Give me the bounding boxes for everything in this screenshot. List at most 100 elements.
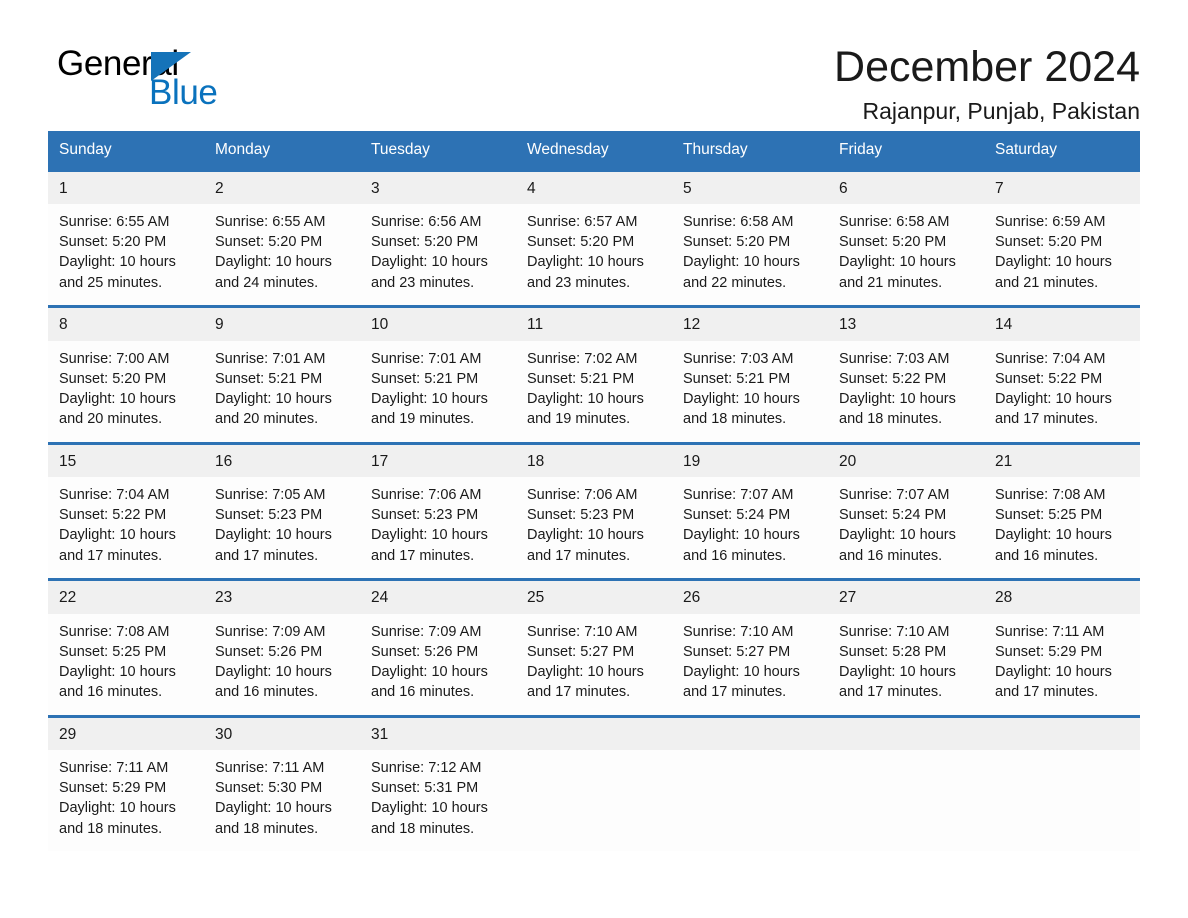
day-cell[interactable]: Sunrise: 7:11 AM Sunset: 5:29 PM Dayligh… (48, 750, 204, 851)
day-cell[interactable]: Sunrise: 7:03 AM Sunset: 5:22 PM Dayligh… (828, 341, 984, 442)
day-cell[interactable]: Sunrise: 7:07 AM Sunset: 5:24 PM Dayligh… (828, 477, 984, 578)
day-number[interactable]: 17 (360, 445, 516, 478)
day-cell[interactable]: Sunrise: 7:05 AM Sunset: 5:23 PM Dayligh… (204, 477, 360, 578)
day-number[interactable]: 22 (48, 581, 204, 614)
daylight-text: Daylight: 10 hours (215, 663, 332, 680)
sunrise-text: Sunrise: 7:06 AM (527, 487, 638, 503)
day-cell-empty (516, 750, 672, 851)
sunset-text: Sunset: 5:26 PM (215, 643, 323, 660)
day-cell[interactable]: Sunrise: 7:11 AM Sunset: 5:29 PM Dayligh… (984, 614, 1140, 715)
day-cell[interactable]: Sunrise: 6:58 AM Sunset: 5:20 PM Dayligh… (828, 204, 984, 305)
sunset-text: Sunset: 5:23 PM (527, 507, 635, 524)
daylight-text-cont: and 23 minutes. (371, 274, 475, 291)
day-number[interactable]: 20 (828, 445, 984, 478)
sunset-text: Sunset: 5:29 PM (995, 643, 1103, 660)
general-blue-logo[interactable]: General Blue (48, 42, 298, 114)
day-number[interactable]: 27 (828, 581, 984, 614)
day-cell[interactable]: Sunrise: 7:08 AM Sunset: 5:25 PM Dayligh… (984, 477, 1140, 578)
day-number[interactable]: 19 (672, 445, 828, 478)
day-cell[interactable]: Sunrise: 6:57 AM Sunset: 5:20 PM Dayligh… (516, 204, 672, 305)
day-cell[interactable]: Sunrise: 7:02 AM Sunset: 5:21 PM Dayligh… (516, 341, 672, 442)
sunrise-text: Sunrise: 7:11 AM (59, 760, 169, 776)
day-number[interactable]: 8 (48, 308, 204, 341)
daylight-text: Daylight: 10 hours (527, 390, 644, 407)
sunrise-text: Sunrise: 7:08 AM (59, 623, 170, 640)
daylight-text: Daylight: 10 hours (59, 390, 176, 407)
day-cell[interactable]: Sunrise: 7:10 AM Sunset: 5:28 PM Dayligh… (828, 614, 984, 715)
day-number[interactable]: 18 (516, 445, 672, 478)
day-number[interactable]: 24 (360, 581, 516, 614)
day-number[interactable]: 21 (984, 445, 1140, 478)
day-cell[interactable]: Sunrise: 7:04 AM Sunset: 5:22 PM Dayligh… (48, 477, 204, 578)
daylight-text-cont: and 17 minutes. (215, 547, 319, 564)
day-number[interactable]: 3 (360, 172, 516, 205)
weekday-header-friday: Friday (839, 141, 883, 158)
sunset-text: Sunset: 5:22 PM (839, 370, 947, 387)
daylight-text-cont: and 17 minutes. (995, 411, 1099, 428)
day-number[interactable]: 6 (828, 172, 984, 205)
day-cell[interactable]: Sunrise: 7:09 AM Sunset: 5:26 PM Dayligh… (360, 614, 516, 715)
day-cell[interactable]: Sunrise: 7:01 AM Sunset: 5:21 PM Dayligh… (204, 341, 360, 442)
day-cell[interactable]: Sunrise: 6:56 AM Sunset: 5:20 PM Dayligh… (360, 204, 516, 305)
day-number[interactable]: 28 (984, 581, 1140, 614)
sunrise-text: Sunrise: 6:55 AM (59, 214, 170, 230)
sunset-text: Sunset: 5:20 PM (995, 234, 1103, 251)
day-cell[interactable]: Sunrise: 7:09 AM Sunset: 5:26 PM Dayligh… (204, 614, 360, 715)
day-cell[interactable]: Sunrise: 6:58 AM Sunset: 5:20 PM Dayligh… (672, 204, 828, 305)
day-cell[interactable]: Sunrise: 7:01 AM Sunset: 5:21 PM Dayligh… (360, 341, 516, 442)
daylight-text-cont: and 18 minutes. (371, 820, 475, 837)
day-cell[interactable]: Sunrise: 7:06 AM Sunset: 5:23 PM Dayligh… (516, 477, 672, 578)
day-number[interactable]: 14 (984, 308, 1140, 341)
day-number[interactable]: 13 (828, 308, 984, 341)
day-cell[interactable]: Sunrise: 7:11 AM Sunset: 5:30 PM Dayligh… (204, 750, 360, 851)
day-cell[interactable]: Sunrise: 6:59 AM Sunset: 5:20 PM Dayligh… (984, 204, 1140, 305)
day-cell[interactable]: Sunrise: 7:04 AM Sunset: 5:22 PM Dayligh… (984, 341, 1140, 442)
daylight-text: Daylight: 10 hours (683, 390, 800, 407)
daylight-text-cont: and 18 minutes. (839, 411, 943, 428)
day-number[interactable]: 26 (672, 581, 828, 614)
day-number[interactable]: 23 (204, 581, 360, 614)
day-cell[interactable]: Sunrise: 7:10 AM Sunset: 5:27 PM Dayligh… (516, 614, 672, 715)
day-number-empty (984, 718, 1140, 751)
day-number[interactable]: 29 (48, 718, 204, 751)
calendar-week-row: 29 30 31 Sunrise: 7:11 AM Sunset: 5:29 P… (48, 714, 1140, 851)
day-number[interactable]: 9 (204, 308, 360, 341)
day-number[interactable]: 11 (516, 308, 672, 341)
sunset-text: Sunset: 5:25 PM (59, 643, 167, 660)
day-number[interactable]: 31 (360, 718, 516, 751)
day-cell[interactable]: Sunrise: 7:08 AM Sunset: 5:25 PM Dayligh… (48, 614, 204, 715)
daylight-text-cont: and 17 minutes. (527, 547, 631, 564)
day-cell[interactable]: Sunrise: 6:55 AM Sunset: 5:20 PM Dayligh… (48, 204, 204, 305)
sunrise-text: Sunrise: 7:07 AM (839, 487, 950, 503)
day-cell[interactable]: Sunrise: 7:03 AM Sunset: 5:21 PM Dayligh… (672, 341, 828, 442)
day-number[interactable]: 4 (516, 172, 672, 205)
day-number[interactable]: 12 (672, 308, 828, 341)
day-number[interactable]: 7 (984, 172, 1140, 205)
week-daynum-band: 15 16 17 18 19 20 21 (48, 444, 1140, 478)
calendar-week-row: 8 9 10 11 12 13 14 Sunrise: 7:00 AM Suns… (48, 305, 1140, 442)
day-number[interactable]: 1 (48, 172, 204, 205)
day-number[interactable]: 2 (204, 172, 360, 205)
daylight-text-cont: and 20 minutes. (59, 411, 163, 428)
day-cell[interactable]: Sunrise: 7:10 AM Sunset: 5:27 PM Dayligh… (672, 614, 828, 715)
calendar-week-row: 15 16 17 18 19 20 21 Sunrise: 7:04 AM Su… (48, 441, 1140, 578)
sunrise-text: Sunrise: 7:08 AM (995, 487, 1106, 503)
daylight-text: Daylight: 10 hours (995, 663, 1112, 680)
sunset-text: Sunset: 5:20 PM (527, 234, 635, 251)
day-number[interactable]: 16 (204, 445, 360, 478)
day-cell[interactable]: Sunrise: 6:55 AM Sunset: 5:20 PM Dayligh… (204, 204, 360, 305)
day-cell[interactable]: Sunrise: 7:00 AM Sunset: 5:20 PM Dayligh… (48, 341, 204, 442)
page-title: December 2024 (834, 43, 1140, 91)
day-number[interactable]: 10 (360, 308, 516, 341)
day-number[interactable]: 15 (48, 445, 204, 478)
location-subtitle: Rajanpur, Punjab, Pakistan (862, 98, 1140, 125)
day-cell[interactable]: Sunrise: 7:12 AM Sunset: 5:31 PM Dayligh… (360, 750, 516, 851)
daylight-text-cont: and 25 minutes. (59, 274, 163, 291)
day-number[interactable]: 30 (204, 718, 360, 751)
sunrise-text: Sunrise: 7:09 AM (371, 623, 482, 640)
day-number[interactable]: 25 (516, 581, 672, 614)
day-number[interactable]: 5 (672, 172, 828, 205)
day-cell-empty (672, 750, 828, 851)
day-cell[interactable]: Sunrise: 7:06 AM Sunset: 5:23 PM Dayligh… (360, 477, 516, 578)
day-cell[interactable]: Sunrise: 7:07 AM Sunset: 5:24 PM Dayligh… (672, 477, 828, 578)
